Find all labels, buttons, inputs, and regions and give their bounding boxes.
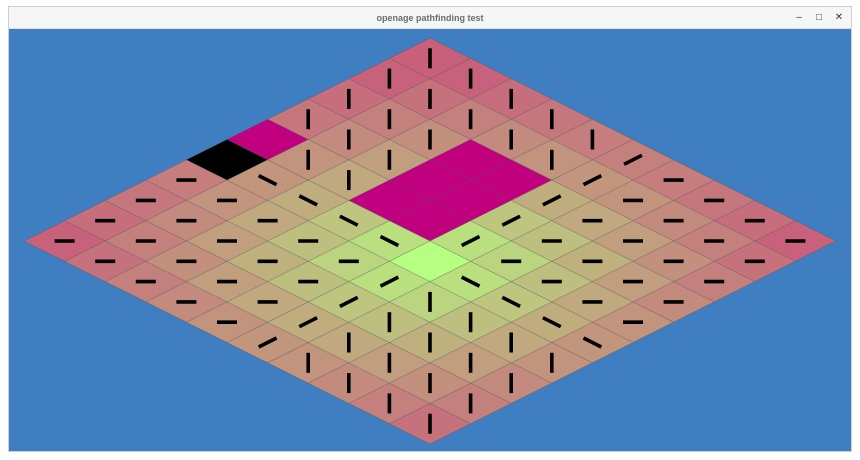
title-bar[interactable]: openage pathfinding test – □ ✕ [9, 7, 851, 29]
maximize-icon[interactable]: □ [811, 10, 827, 26]
close-icon[interactable]: ✕ [831, 10, 847, 26]
pathfinding-grid-viewport[interactable] [9, 29, 851, 451]
window-title: openage pathfinding test [376, 13, 484, 23]
app-window: openage pathfinding test – □ ✕ [8, 6, 852, 452]
minimize-icon[interactable]: – [791, 10, 807, 26]
